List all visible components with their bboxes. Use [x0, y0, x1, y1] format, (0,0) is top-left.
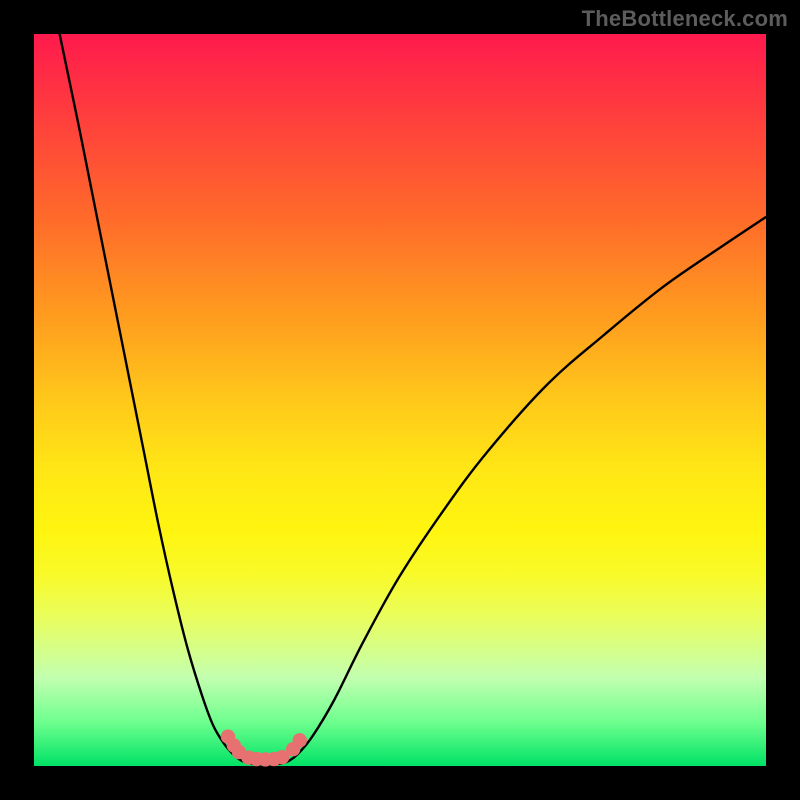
- chart-frame: TheBottleneck.com: [0, 0, 800, 800]
- chart-svg: [34, 34, 766, 766]
- attribution-label: TheBottleneck.com: [582, 6, 788, 32]
- curve-marker: [293, 733, 307, 747]
- chart-plot-area: [34, 34, 766, 766]
- bottleneck-curve: [60, 34, 766, 765]
- curve-markers: [221, 730, 307, 767]
